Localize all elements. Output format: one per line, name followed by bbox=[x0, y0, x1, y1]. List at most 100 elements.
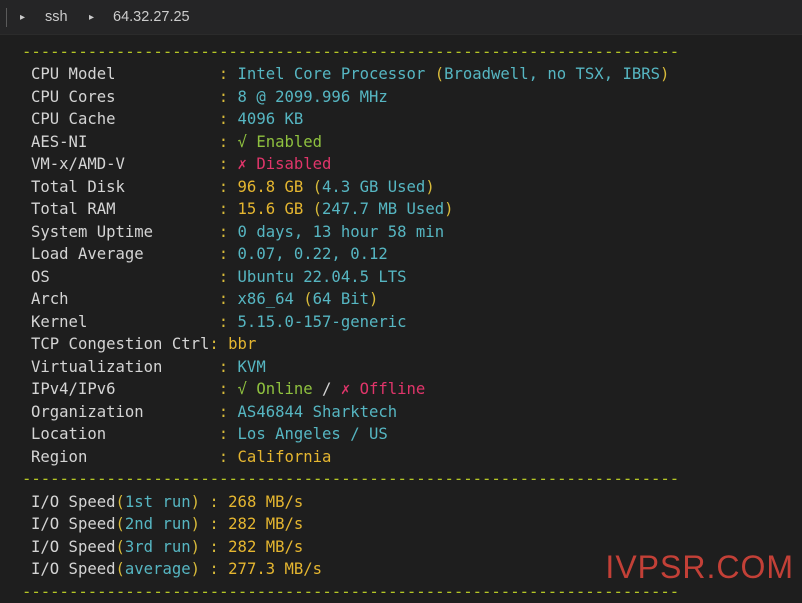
sysinfo-label: VM-x/AMD-V bbox=[31, 155, 219, 173]
sysinfo-value: Intel Core Processor bbox=[237, 65, 435, 83]
sysinfo-row: VM-x/AMD-V : ✗ Disabled bbox=[31, 153, 331, 175]
sysinfo-value-detail: 64 Bit bbox=[312, 290, 369, 308]
sysinfo-row: Organization : AS46844 Sharktech bbox=[31, 401, 397, 423]
sysinfo-row: AES-NI : √ Enabled bbox=[31, 131, 322, 153]
colon-separator: : bbox=[218, 447, 238, 466]
sysinfo-value: x86_64 bbox=[237, 290, 304, 308]
io-label: I/O Speed bbox=[31, 560, 116, 578]
colon-separator: : bbox=[218, 65, 238, 83]
sysinfo-value-detail: Broadwell, no TSX, IBRS bbox=[444, 65, 661, 83]
sysinfo-row: TCP Congestion Ctrl: bbr bbox=[31, 333, 256, 355]
sysinfo-value: California bbox=[237, 447, 332, 466]
io-label: I/O Speed bbox=[31, 537, 116, 556]
sysinfo-row: System Uptime : 0 days, 13 hour 58 min bbox=[31, 221, 444, 243]
sysinfo-row: CPU Cache : 4096 KB bbox=[31, 108, 303, 130]
io-speed-row: I/O Speed(average) : 277.3 MB/s bbox=[31, 558, 322, 580]
sysinfo-label: System Uptime bbox=[31, 222, 219, 241]
sysinfo-value: 0.07, 0.22, 0.12 bbox=[237, 245, 388, 263]
paren-open: ( bbox=[115, 492, 125, 511]
sysinfo-label: AES-NI bbox=[31, 132, 219, 151]
paren-open: ( bbox=[115, 560, 125, 578]
colon-separator: : bbox=[209, 335, 229, 353]
colon-separator: : bbox=[209, 515, 229, 533]
io-run-name: 3rd run bbox=[124, 537, 191, 556]
sysinfo-value: Ubuntu 22.04.5 LTS bbox=[237, 267, 407, 286]
divider-dashes: ----------------------------------------… bbox=[22, 43, 680, 61]
sysinfo-row: Load Average : 0.07, 0.22, 0.12 bbox=[31, 243, 388, 265]
io-speed-value: 282 MB/s bbox=[228, 537, 304, 556]
breadcrumb-chevron-icon: ▸ bbox=[20, 12, 26, 23]
sysinfo-row: Total Disk : 96.8 GB (4.3 GB Used) bbox=[31, 176, 435, 198]
sysinfo-label: CPU Model bbox=[31, 65, 219, 83]
paren-open: ( bbox=[312, 177, 323, 196]
paren-close: ) bbox=[660, 65, 670, 83]
io-pad bbox=[200, 538, 209, 556]
colon-separator: : bbox=[218, 177, 238, 196]
io-speed-row: I/O Speed(3rd run) : 282 MB/s bbox=[31, 536, 303, 558]
sysinfo-row: Kernel : 5.15.0-157-generic bbox=[31, 311, 407, 333]
sysinfo-label: TCP Congestion Ctrl bbox=[31, 335, 210, 353]
colon-separator: : bbox=[218, 222, 238, 241]
sysinfo-label: Organization bbox=[31, 402, 219, 421]
breadcrumb-host[interactable]: 64.32.27.25 bbox=[113, 8, 190, 27]
sysinfo-row: Virtualization : KVM bbox=[31, 356, 266, 378]
tabbar-edge bbox=[6, 8, 7, 27]
sysinfo-row: Arch : x86_64 (64 Bit) bbox=[31, 288, 378, 310]
sysinfo-label: Total Disk bbox=[31, 177, 219, 196]
breadcrumb-ssh[interactable]: ssh bbox=[45, 8, 68, 27]
colon-separator: : bbox=[218, 110, 238, 128]
io-run-name: 1st run bbox=[124, 492, 191, 511]
io-pad bbox=[200, 560, 209, 578]
sysinfo-value: ✗ Disabled bbox=[237, 155, 332, 173]
io-label: I/O Speed bbox=[31, 515, 116, 533]
sysinfo-label: Total RAM bbox=[31, 200, 219, 218]
paren-close: ) bbox=[190, 560, 200, 578]
io-speed-row: I/O Speed(1st run) : 268 MB/s bbox=[31, 491, 303, 513]
paren-close: ) bbox=[369, 290, 379, 308]
sysinfo-value: Los Angeles / US bbox=[237, 425, 388, 443]
paren-open: ( bbox=[115, 537, 125, 556]
colon-separator: : bbox=[209, 560, 229, 578]
sysinfo-row: Location : Los Angeles / US bbox=[31, 423, 388, 445]
io-run-name: average bbox=[124, 560, 191, 578]
sysinfo-value: √ Enabled bbox=[237, 132, 323, 151]
sysinfo-value-secondary: ✗ Offline bbox=[340, 380, 426, 398]
sysinfo-value-detail: 247.7 MB Used bbox=[322, 200, 445, 218]
colon-separator: : bbox=[218, 267, 238, 286]
sysinfo-value: AS46844 Sharktech bbox=[237, 402, 398, 421]
sysinfo-label: Region bbox=[31, 447, 219, 466]
sysinfo-label: Arch bbox=[31, 290, 219, 308]
breadcrumb-chevron-icon: ▸ bbox=[89, 12, 95, 23]
sysinfo-label: Virtualization bbox=[31, 357, 219, 376]
divider-dashes: ----------------------------------------… bbox=[22, 582, 680, 601]
sysinfo-row: CPU Model : Intel Core Processor (Broadw… bbox=[31, 63, 669, 85]
sysinfo-label: OS bbox=[31, 267, 219, 286]
sysinfo-row: OS : Ubuntu 22.04.5 LTS bbox=[31, 266, 407, 288]
sysinfo-value: KVM bbox=[237, 357, 266, 376]
colon-separator: : bbox=[218, 380, 238, 398]
sysinfo-value-detail: 4.3 GB Used bbox=[322, 177, 426, 196]
divider-dashes: ----------------------------------------… bbox=[22, 470, 680, 488]
io-run-name: 2nd run bbox=[124, 515, 191, 533]
io-label: I/O Speed bbox=[31, 492, 116, 511]
sysinfo-value: bbr bbox=[228, 335, 257, 353]
sysinfo-row: Region : California bbox=[31, 446, 331, 468]
terminal-output[interactable]: ----------------------------------------… bbox=[0, 35, 802, 601]
paren-open: ( bbox=[303, 290, 313, 308]
colon-separator: : bbox=[218, 245, 238, 263]
colon-separator: : bbox=[218, 402, 238, 421]
colon-separator: : bbox=[209, 537, 229, 556]
sysinfo-value: √ Online bbox=[237, 380, 313, 398]
sysinfo-row: Total RAM : 15.6 GB (247.7 MB Used) bbox=[31, 198, 454, 220]
paren-close: ) bbox=[190, 537, 200, 556]
sysinfo-label: Load Average bbox=[31, 245, 219, 263]
sysinfo-value: 5.15.0-157-generic bbox=[237, 312, 407, 331]
sysinfo-row: CPU Cores : 8 @ 2099.996 MHz bbox=[31, 86, 388, 108]
sysinfo-label: CPU Cache bbox=[31, 110, 219, 128]
sysinfo-label: Location bbox=[31, 425, 219, 443]
colon-separator: : bbox=[218, 155, 238, 173]
io-speed-value: 282 MB/s bbox=[228, 515, 304, 533]
paren-open: ( bbox=[434, 65, 445, 83]
sysinfo-row: IPv4/IPv6 : √ Online / ✗ Offline bbox=[31, 378, 425, 400]
colon-separator: : bbox=[218, 200, 238, 218]
